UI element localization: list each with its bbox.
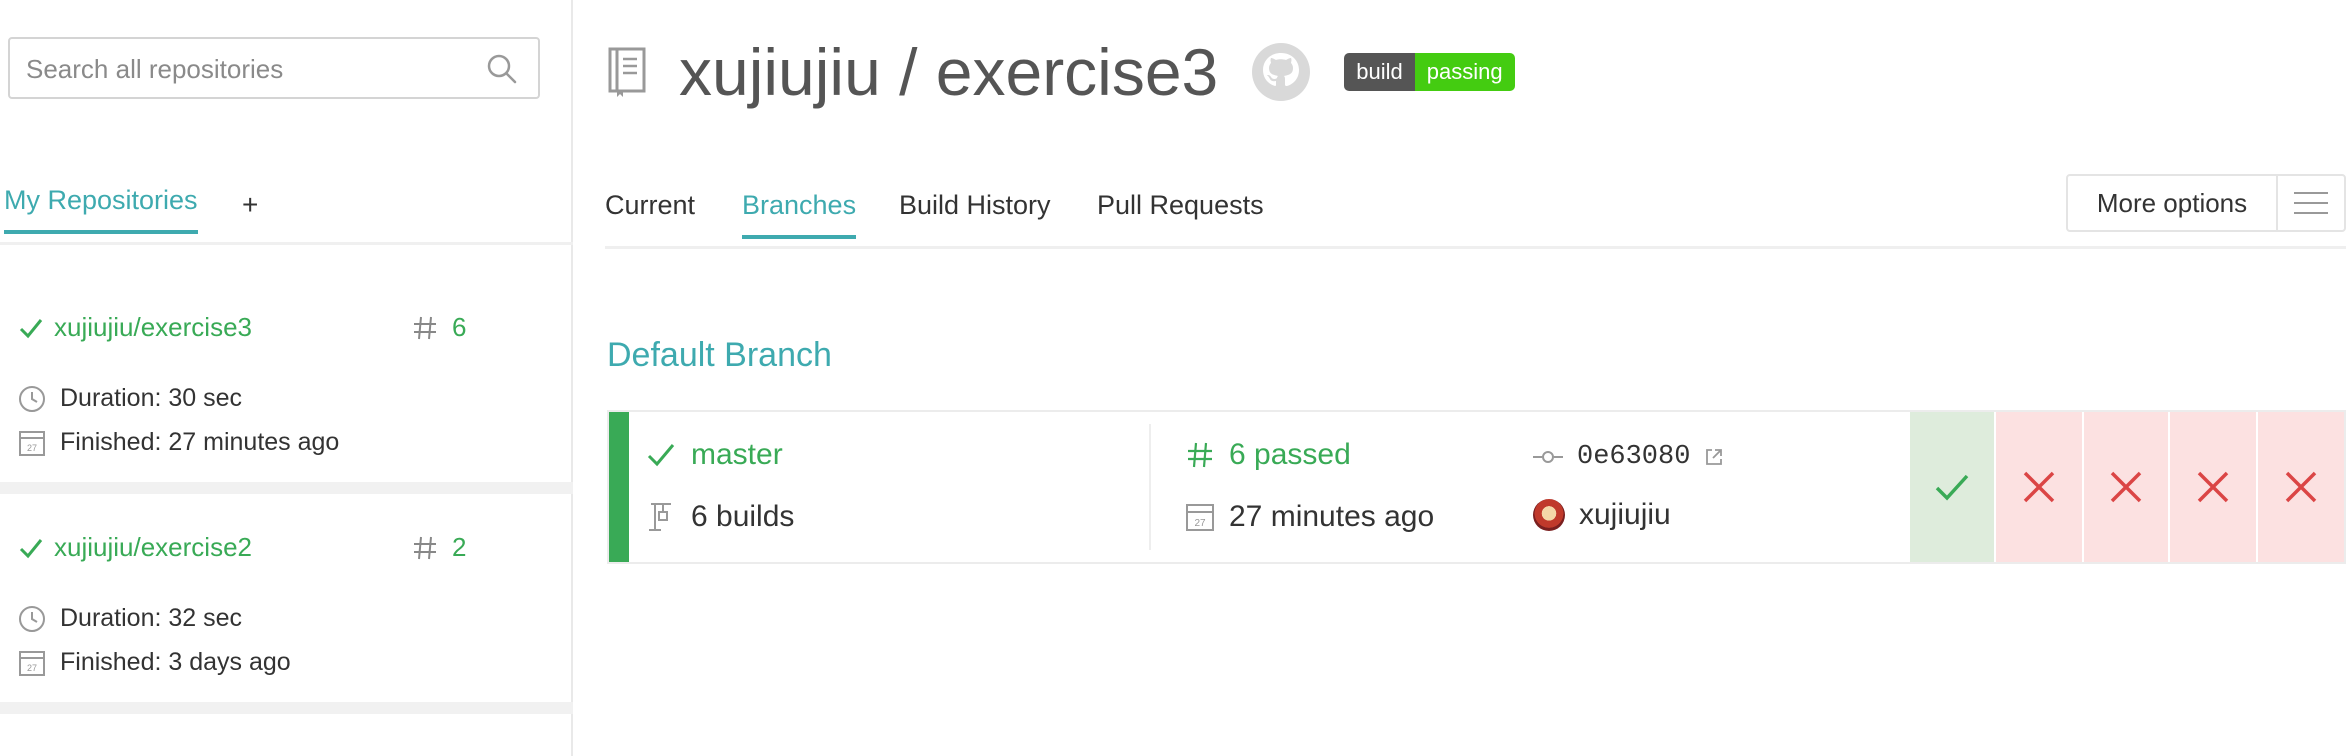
build-number[interactable]: 6 (452, 312, 466, 343)
check-icon (647, 444, 675, 467)
check-icon (1935, 474, 1969, 501)
check-icon (19, 318, 43, 338)
divider (1149, 424, 1151, 550)
repo-finished: Finished: 27 minutes ago (60, 428, 340, 456)
sidebar: My Repositories + xujiujiu/exercise3 6 D… (0, 0, 573, 756)
repo-name-link[interactable]: xujiujiu/exercise3 (54, 312, 252, 343)
repo-finished: Finished: 3 days ago (60, 648, 291, 676)
hash-icon (414, 536, 436, 559)
hamburger-icon[interactable] (2278, 176, 2344, 230)
cross-icon (2023, 471, 2055, 503)
svg-text:27: 27 (27, 443, 37, 453)
repo-duration: Duration: 30 sec (60, 384, 243, 412)
more-options-label[interactable]: More options (2068, 176, 2278, 230)
svg-text:27: 27 (27, 663, 37, 673)
tab-pull-requests[interactable]: Pull Requests (1097, 190, 1264, 235)
cross-icon (2285, 471, 2317, 503)
calendar-icon: 27 (1186, 504, 1214, 531)
branch-finished-time: 27 minutes ago (1229, 500, 1435, 533)
commit-sha-link[interactable]: 0e63080 (1577, 442, 1690, 472)
calendar-icon: 27 (19, 650, 45, 676)
build-history-cell-failed[interactable] (2170, 412, 2256, 562)
build-history-cell-failed[interactable] (2084, 412, 2168, 562)
section-title: Default Branch (607, 336, 832, 374)
repo-name-link[interactable]: xujiujiu/exercise2 (54, 532, 252, 563)
svg-text:27: 27 (1194, 518, 1206, 529)
tab-build-history[interactable]: Build History (899, 190, 1051, 235)
page-title: xujiujiu / exercise3 (679, 35, 1219, 109)
cross-icon (2197, 471, 2229, 503)
repo-card[interactable]: xujiujiu/exercise3 6 Duration: 30 sec 27… (0, 284, 573, 494)
commit-icon (1533, 451, 1563, 463)
badge-label: build (1344, 53, 1415, 91)
search-icon[interactable] (486, 53, 518, 85)
badge-status: passing (1414, 53, 1515, 91)
clock-icon (19, 385, 45, 412)
branch-builds-count: 6 builds (691, 500, 795, 533)
build-history-cell-failed[interactable] (1996, 412, 2082, 562)
calendar-icon: 27 (19, 430, 45, 456)
cross-icon (2110, 471, 2142, 503)
build-history-cell-passed[interactable] (1910, 412, 1994, 562)
more-options-button[interactable]: More options (2066, 174, 2346, 232)
repo-card[interactable]: xujiujiu/exercise2 2 Duration: 32 sec 27… (0, 504, 573, 714)
status-stripe (609, 412, 629, 562)
hash-icon (414, 316, 436, 339)
builds-icon (649, 503, 671, 531)
build-number[interactable]: 2 (452, 532, 466, 563)
book-icon (608, 47, 646, 97)
search-input[interactable] (24, 39, 478, 99)
clock-icon (19, 605, 45, 632)
repo-tabs: My Repositories + (0, 185, 573, 245)
hash-icon (1188, 442, 1212, 468)
branch-row[interactable]: master 6 builds 6 passed 27 27 minutes a… (607, 410, 2346, 564)
repo-duration: Duration: 32 sec (60, 604, 243, 632)
branch-name-link[interactable]: master (691, 438, 783, 472)
check-icon (19, 538, 43, 558)
repo-header: xujiujiu / exercise3 build passing (607, 22, 1515, 122)
search-box[interactable] (8, 37, 540, 99)
tab-my-repositories[interactable]: My Repositories (4, 185, 198, 234)
github-icon[interactable] (1250, 41, 1312, 103)
build-status-badge[interactable]: build passing (1344, 53, 1515, 91)
commit-author: xujiujiu (1579, 498, 1671, 531)
external-link-icon[interactable] (1704, 447, 1724, 467)
branch-passed-link[interactable]: 6 passed (1229, 438, 1351, 472)
avatar (1533, 499, 1565, 531)
tab-current[interactable]: Current (605, 190, 695, 235)
build-history-cell-failed[interactable] (2258, 412, 2344, 562)
tab-branches[interactable]: Branches (742, 190, 857, 239)
add-repository-button[interactable]: + (242, 189, 258, 221)
